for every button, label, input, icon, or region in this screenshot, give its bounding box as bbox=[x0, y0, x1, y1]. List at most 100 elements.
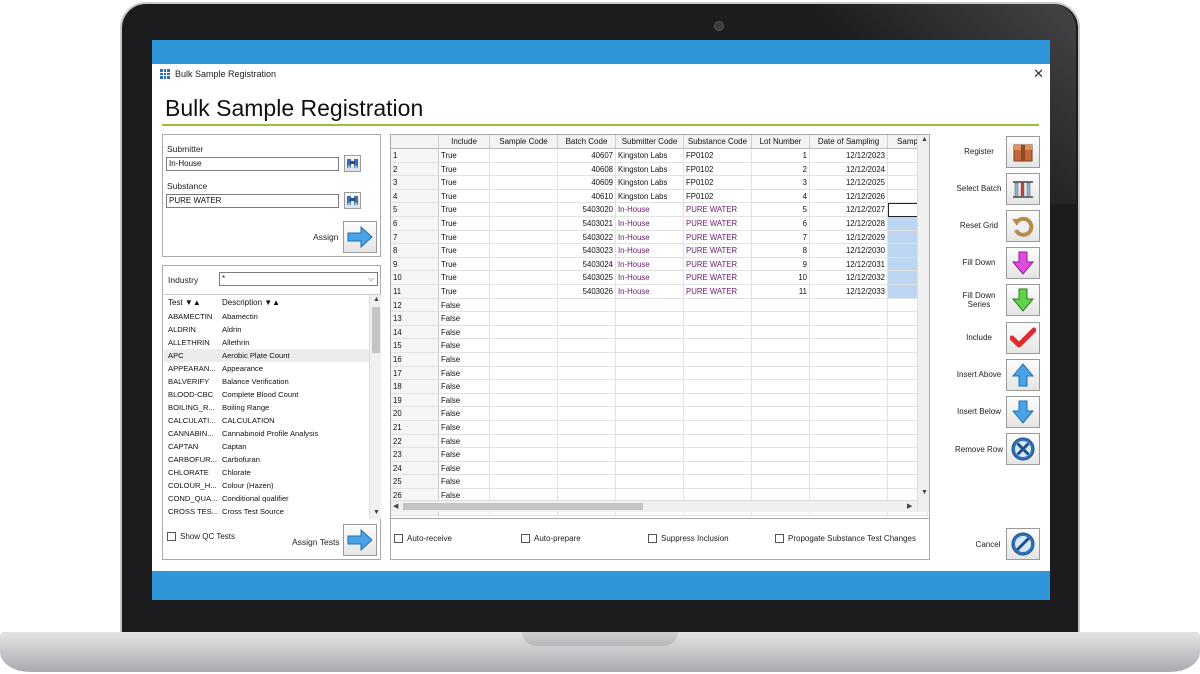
grid-cell[interactable] bbox=[752, 393, 810, 408]
grid-column-header[interactable]: Date of Sampling bbox=[810, 135, 888, 149]
grid-cell[interactable] bbox=[752, 325, 810, 340]
grid-cell[interactable] bbox=[558, 312, 616, 326]
reset-grid-button[interactable] bbox=[1006, 210, 1040, 242]
grid-cell[interactable]: 12/12/2029 bbox=[810, 230, 888, 245]
grid-cell[interactable] bbox=[752, 421, 810, 435]
suppress-inclusion-row[interactable]: Suppress Inclusion bbox=[648, 534, 729, 543]
grid-cell[interactable] bbox=[616, 339, 684, 353]
grid-cell[interactable] bbox=[752, 353, 810, 367]
grid-cell[interactable] bbox=[810, 366, 888, 381]
grid-cell[interactable]: PURE WATER bbox=[684, 257, 752, 272]
grid-cell[interactable] bbox=[684, 461, 752, 476]
grid-cell[interactable]: FP0102 bbox=[684, 189, 752, 204]
grid-cell[interactable] bbox=[490, 298, 558, 313]
grid-cell[interactable] bbox=[810, 339, 888, 353]
grid-cell[interactable]: FP0102 bbox=[684, 176, 752, 190]
grid-column-header[interactable]: Submitter Code bbox=[616, 135, 684, 149]
grid-cell[interactable]: 5403025 bbox=[558, 271, 616, 285]
register-button[interactable] bbox=[1006, 136, 1040, 168]
grid-row[interactable]: 20 False bbox=[391, 407, 928, 421]
grid-cell[interactable]: False bbox=[439, 448, 490, 462]
submitter-field[interactable]: In-House bbox=[166, 157, 339, 171]
test-list-scrollbar[interactable]: ▲ ▼ bbox=[369, 295, 381, 519]
grid-cell[interactable]: 6 bbox=[752, 217, 810, 231]
grid-cell[interactable]: 12/12/2025 bbox=[810, 176, 888, 190]
grid-cell[interactable]: 5403026 bbox=[558, 285, 616, 299]
grid-cell[interactable] bbox=[558, 434, 616, 449]
grid-cell[interactable] bbox=[684, 421, 752, 435]
grid-cell[interactable]: 5 bbox=[752, 203, 810, 217]
grid-cell[interactable] bbox=[684, 325, 752, 340]
grid-row[interactable]: 5 True 5403020 In-House PURE WATER 5 12/12/202… bbox=[391, 203, 928, 217]
grid-cell[interactable]: 5403022 bbox=[558, 230, 616, 245]
test-list-row[interactable]: APC Aerobic Plate Count bbox=[164, 349, 369, 362]
test-list-row[interactable]: ALDRIN Aldrin bbox=[164, 323, 369, 336]
grid-cell[interactable]: In-House bbox=[616, 244, 684, 258]
test-column-header[interactable]: Test ▼▲ bbox=[168, 298, 201, 307]
grid-cell[interactable] bbox=[810, 434, 888, 449]
test-list-row[interactable]: CALCULATI... CALCULATION bbox=[164, 414, 369, 427]
grid-cell[interactable]: True bbox=[439, 149, 490, 163]
grid-row[interactable]: 25 False bbox=[391, 475, 928, 489]
grid-cell[interactable]: True bbox=[439, 217, 490, 231]
grid-column-header[interactable]: Sample Code bbox=[490, 135, 558, 149]
grid-cell[interactable] bbox=[752, 434, 810, 449]
grid-cell[interactable] bbox=[684, 312, 752, 326]
grid-cell[interactable] bbox=[752, 312, 810, 326]
grid-cell[interactable]: PURE WATER bbox=[684, 230, 752, 245]
grid-cell[interactable] bbox=[490, 176, 558, 190]
grid-cell[interactable]: False bbox=[439, 353, 490, 367]
scroll-right-icon[interactable]: ▶ bbox=[907, 502, 912, 510]
grid-cell[interactable]: True bbox=[439, 285, 490, 299]
grid-cell[interactable] bbox=[616, 353, 684, 367]
grid-cell[interactable] bbox=[810, 393, 888, 408]
grid-cell[interactable]: In-House bbox=[616, 217, 684, 231]
grid-cell[interactable] bbox=[558, 407, 616, 421]
grid-cell[interactable]: False bbox=[439, 366, 490, 381]
grid-cell[interactable]: False bbox=[439, 312, 490, 326]
grid-cell[interactable] bbox=[490, 203, 558, 217]
grid-cell[interactable] bbox=[490, 149, 558, 163]
grid-cell[interactable]: 11 bbox=[752, 285, 810, 299]
grid-cell[interactable]: In-House bbox=[616, 203, 684, 217]
grid-cell[interactable]: 8 bbox=[752, 244, 810, 258]
grid-cell[interactable] bbox=[490, 380, 558, 394]
test-list-row[interactable]: BLOOD-CBC Complete Blood Count bbox=[164, 388, 369, 401]
remove-row-button[interactable] bbox=[1006, 433, 1040, 465]
grid-row[interactable]: 11 True 5403026 In-House PURE WATER 11 12/12/2… bbox=[391, 285, 928, 299]
test-list-row[interactable]: BOILING_R... Boiling Range bbox=[164, 401, 369, 414]
grid-cell[interactable]: In-House bbox=[616, 230, 684, 245]
grid-vertical-scrollbar[interactable]: ▲ ▼ bbox=[917, 135, 929, 512]
grid-cell[interactable]: PURE WATER bbox=[684, 285, 752, 299]
grid-cell[interactable]: Kingston Labs bbox=[616, 162, 684, 177]
grid-cell[interactable]: True bbox=[439, 162, 490, 177]
grid-cell[interactable]: 12/12/2030 bbox=[810, 244, 888, 258]
grid-column-header[interactable]: Substance Code bbox=[684, 135, 752, 149]
test-list-row[interactable]: COND_QUA... Conditional qualifier bbox=[164, 492, 369, 505]
propagate-row[interactable]: Propogate Substance Test Changes bbox=[775, 534, 916, 543]
grid-cell[interactable] bbox=[752, 475, 810, 489]
test-list-row[interactable]: ALLETHRIN Allethrin bbox=[164, 336, 369, 349]
grid-cell[interactable]: 5403023 bbox=[558, 244, 616, 258]
industry-select[interactable]: * bbox=[219, 272, 378, 286]
grid-cell[interactable] bbox=[684, 339, 752, 353]
scroll-down-icon[interactable]: ▼ bbox=[373, 509, 380, 516]
grid-cell[interactable]: 5403020 bbox=[558, 203, 616, 217]
grid-row[interactable]: 17 False bbox=[391, 366, 928, 381]
grid-cell[interactable]: True bbox=[439, 244, 490, 258]
grid-row[interactable]: 16 False bbox=[391, 353, 928, 367]
grid-cell[interactable]: 5403021 bbox=[558, 217, 616, 231]
grid-cell[interactable] bbox=[616, 393, 684, 408]
grid-cell[interactable] bbox=[558, 393, 616, 408]
grid-cell[interactable]: Kingston Labs bbox=[616, 189, 684, 204]
insert-above-button[interactable] bbox=[1006, 359, 1040, 391]
grid-row[interactable]: 24 False bbox=[391, 461, 928, 476]
submitter-lookup-button[interactable] bbox=[344, 155, 361, 172]
grid-horizontal-scrollbar[interactable]: ◀ ▶ bbox=[391, 500, 917, 512]
grid-cell[interactable]: PURE WATER bbox=[684, 271, 752, 285]
grid-cell[interactable] bbox=[558, 366, 616, 381]
grid-cell[interactable] bbox=[810, 298, 888, 313]
include-button[interactable] bbox=[1006, 322, 1040, 354]
propagate-checkbox[interactable] bbox=[775, 534, 784, 543]
grid-cell[interactable] bbox=[684, 353, 752, 367]
